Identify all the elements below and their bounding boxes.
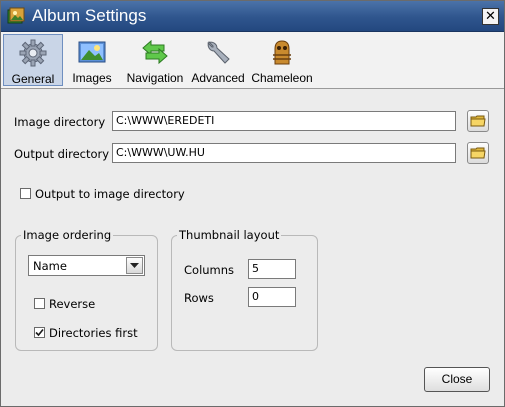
arrows-icon — [142, 39, 168, 65]
image-ordering-selected: Name — [33, 259, 67, 273]
app-icon — [7, 7, 25, 24]
title-bar[interactable]: Album Settings ✕ — [1, 1, 504, 32]
tab-images[interactable]: Images — [65, 34, 119, 86]
output-to-image-directory-label: Output to image directory — [35, 187, 185, 201]
image-directory-input[interactable]: C:\WWW\EREDETI — [112, 111, 456, 131]
reverse-label: Reverse — [49, 297, 96, 311]
chameleon-icon — [273, 40, 291, 65]
gear-icon — [19, 39, 47, 67]
chevron-down-icon[interactable] — [126, 257, 143, 274]
tab-navigation[interactable]: Navigation — [123, 34, 187, 86]
columns-label: Columns — [184, 263, 235, 277]
tab-general[interactable]: General — [3, 34, 63, 86]
rows-label: Rows — [184, 291, 214, 305]
browse-image-directory-button[interactable] — [467, 110, 489, 132]
image-directory-label: Image directory — [14, 115, 106, 129]
album-settings-window: Album Settings ✕ General Images Navigati… — [0, 0, 505, 407]
columns-input[interactable]: 5 — [248, 259, 296, 279]
folder-icon — [470, 147, 486, 159]
wrench-icon — [207, 41, 230, 64]
tab-advanced[interactable]: Advanced — [189, 34, 247, 86]
rows-input[interactable]: 0 — [248, 287, 296, 307]
directories-first-checkbox[interactable] — [34, 327, 45, 338]
tab-chameleon[interactable]: Chameleon — [249, 34, 315, 86]
tab-advanced-label: Advanced — [191, 71, 245, 85]
output-directory-input[interactable]: C:\WWW\UW.HU — [112, 143, 456, 163]
tab-general-label: General — [11, 72, 55, 86]
tab-images-label: Images — [72, 71, 112, 85]
close-button[interactable]: Close — [424, 367, 490, 392]
image-ordering-group: Image ordering Name Reverse Directories … — [15, 228, 158, 351]
tab-chameleon-label: Chameleon — [251, 71, 313, 85]
reverse-checkbox[interactable] — [34, 298, 45, 309]
folder-icon — [470, 115, 486, 127]
browse-output-directory-button[interactable] — [467, 142, 489, 164]
thumbnail-layout-title: Thumbnail layout — [177, 228, 282, 242]
tab-navigation-label: Navigation — [126, 71, 184, 85]
image-ordering-title: Image ordering — [21, 228, 114, 242]
output-to-image-directory-checkbox[interactable] — [20, 188, 31, 199]
output-directory-label: Output directory — [14, 147, 110, 161]
picture-icon — [78, 41, 106, 63]
window-title: Album Settings — [32, 6, 147, 25]
directories-first-label: Directories first — [49, 326, 138, 340]
checkmark-icon — [35, 328, 44, 337]
image-ordering-select[interactable]: Name — [28, 255, 145, 276]
category-toolbar: General Images Navigation Advanced Chame… — [1, 32, 504, 89]
window-close-button[interactable]: ✕ — [482, 8, 499, 25]
thumbnail-layout-group: Thumbnail layout Columns 5 Rows 0 — [171, 228, 318, 351]
